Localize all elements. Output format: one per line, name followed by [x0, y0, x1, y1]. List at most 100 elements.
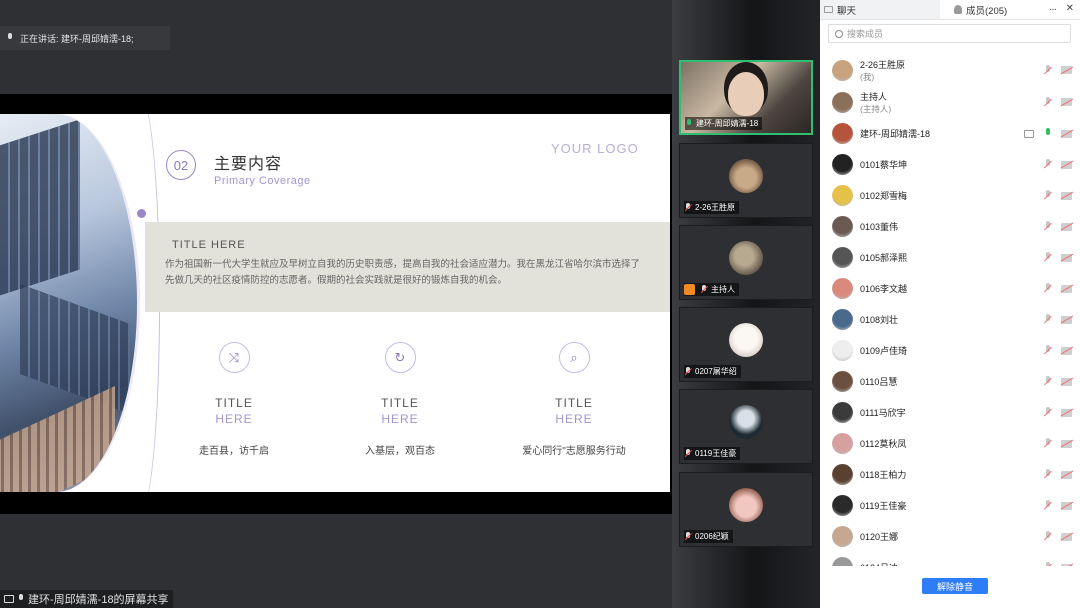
member-status-icons: [1043, 562, 1072, 566]
avatar: [729, 405, 763, 439]
screen-share-icon: [1024, 129, 1034, 138]
member-name: 0103董伟: [860, 222, 899, 232]
avatar: [832, 185, 853, 206]
member-row[interactable]: 0112莫秋凤: [820, 428, 1080, 459]
member-name: 0119王佳豪: [860, 501, 907, 511]
camera-off-icon[interactable]: [1061, 315, 1072, 324]
member-row[interactable]: 0103董伟: [820, 211, 1080, 242]
mic-muted-icon[interactable]: [1043, 500, 1052, 511]
mic-muted-icon[interactable]: [1043, 96, 1052, 108]
mic-muted-icon[interactable]: [1043, 252, 1052, 263]
more-options-icon[interactable]: ···: [1049, 4, 1057, 15]
member-status-icons: [1024, 128, 1072, 139]
video-tile[interactable]: 2-26王胜原: [679, 143, 813, 218]
camera-off-icon[interactable]: [1061, 253, 1072, 262]
camera-off-icon[interactable]: [1061, 284, 1072, 293]
mic-muted-icon[interactable]: [1043, 283, 1052, 294]
mic-on-icon: [685, 118, 693, 129]
shuffle-icon: ⤨: [218, 342, 250, 373]
mic-muted-icon[interactable]: [1043, 159, 1052, 170]
tile-name: 建环-周邱婧濡-18: [685, 117, 763, 130]
member-list[interactable]: 2-26王胜原 (我) 主持人 (主持人) 建环-周邱婧濡-18 0101蔡华坤 0102郑…: [820, 54, 1080, 566]
video-tile[interactable]: 0207屠华绍: [679, 307, 813, 382]
feature-title: TITLE: [215, 396, 253, 410]
avatar: [832, 495, 853, 516]
camera-off-icon[interactable]: [1061, 160, 1072, 169]
member-row[interactable]: 2-26王胜原 (我): [820, 54, 1080, 86]
screen-share-view[interactable]: 02 主要内容 Primary Coverage YOUR LOGO TITLE…: [0, 94, 672, 514]
camera-off-icon[interactable]: [1061, 501, 1072, 510]
avatar: [832, 216, 853, 237]
camera-off-icon[interactable]: [1061, 129, 1072, 138]
video-tile-active[interactable]: 建环-周邱婧濡-18: [679, 60, 813, 135]
member-status-icons: [1043, 283, 1072, 294]
video-tile[interactable]: 0206纪颖: [679, 472, 813, 547]
camera-off-icon[interactable]: [1061, 377, 1072, 386]
mic-icon: [17, 594, 25, 604]
member-row[interactable]: 0110吕慧: [820, 366, 1080, 397]
video-tile[interactable]: 主持人: [679, 225, 813, 300]
mic-muted-icon[interactable]: [1043, 531, 1052, 542]
camera-off-icon[interactable]: [1061, 408, 1072, 417]
tab-members-label: 成员(205): [966, 5, 1008, 17]
member-status-icons: [1043, 252, 1072, 263]
mic-muted-icon[interactable]: [1043, 190, 1052, 201]
member-row[interactable]: 建环-周邱婧濡-18: [820, 118, 1080, 149]
mic-muted-icon[interactable]: [1043, 64, 1052, 76]
camera-off-icon[interactable]: [1061, 346, 1072, 355]
tile-name: 0119王佳豪: [684, 447, 741, 460]
avatar: [832, 464, 853, 485]
video-tile[interactable]: 0119王佳豪: [679, 389, 813, 464]
member-role: (我): [860, 72, 875, 82]
camera-off-icon[interactable]: [1061, 191, 1072, 200]
member-row[interactable]: 主持人 (主持人): [820, 86, 1080, 118]
mic-muted-icon[interactable]: [1043, 376, 1052, 387]
avatar: [832, 557, 853, 566]
screen-share-label: 建环-周邱婧濡-18的屏幕共享: [0, 590, 173, 608]
member-row[interactable]: 0124吕迪: [820, 552, 1080, 566]
member-row[interactable]: 0118王柏力: [820, 459, 1080, 490]
member-row[interactable]: 0120王娜: [820, 521, 1080, 552]
band-title: TITLE HERE: [172, 239, 246, 251]
camera-off-icon[interactable]: [1061, 98, 1072, 106]
member-row[interactable]: 0109卢佳琦: [820, 335, 1080, 366]
mic-muted-icon[interactable]: [1043, 407, 1052, 418]
camera-off-icon[interactable]: [1061, 470, 1072, 479]
member-row[interactable]: 0108刘壮: [820, 304, 1080, 335]
member-name: 0112莫秋凤: [860, 439, 907, 449]
tab-chat[interactable]: 聊天: [820, 0, 940, 19]
member-row[interactable]: 0105郝泽熙: [820, 242, 1080, 273]
tile-name: 0207屠华绍: [684, 365, 741, 378]
member-row[interactable]: 0101蔡华坤: [820, 149, 1080, 180]
member-status-icons: [1043, 345, 1072, 356]
unmute-button[interactable]: 解除静音: [922, 578, 988, 594]
tab-members[interactable]: 成员(205) ··· ✕: [940, 0, 1080, 19]
mic-on-icon[interactable]: [1043, 128, 1052, 139]
mic-muted-icon[interactable]: [1043, 345, 1052, 356]
member-status-icons: [1043, 314, 1072, 325]
feature-desc: 爱心同行"志愿服务行动: [522, 446, 626, 457]
member-row[interactable]: 0102郑雪梅: [820, 180, 1080, 211]
camera-off-icon[interactable]: [1061, 563, 1072, 566]
mic-muted-icon[interactable]: [1043, 562, 1052, 566]
member-name: 0106李文越: [860, 284, 908, 294]
mic-muted-icon[interactable]: [1043, 438, 1052, 449]
camera-off-icon[interactable]: [1061, 532, 1072, 541]
camera-off-icon[interactable]: [1061, 222, 1072, 231]
member-row[interactable]: 0111马欣宇: [820, 397, 1080, 428]
member-row[interactable]: 0106李文越: [820, 273, 1080, 304]
close-icon[interactable]: ✕: [1066, 3, 1074, 14]
mic-muted-icon[interactable]: [1043, 314, 1052, 325]
member-search-input[interactable]: 搜索成员: [828, 24, 1071, 43]
tile-name: 主持人: [684, 283, 739, 296]
mic-muted-icon[interactable]: [1043, 469, 1052, 480]
camera-off-icon[interactable]: [1061, 439, 1072, 448]
avatar: [832, 278, 853, 299]
camera-off-icon[interactable]: [1061, 66, 1072, 74]
feature-desc: 入基层，观百态: [365, 446, 435, 457]
screen-share-icon: [4, 595, 14, 603]
member-row[interactable]: 0119王佳豪: [820, 490, 1080, 521]
feature-title-2: HERE: [215, 412, 253, 426]
mic-muted-icon[interactable]: [1043, 221, 1052, 232]
member-name: 0118王柏力: [860, 470, 907, 480]
